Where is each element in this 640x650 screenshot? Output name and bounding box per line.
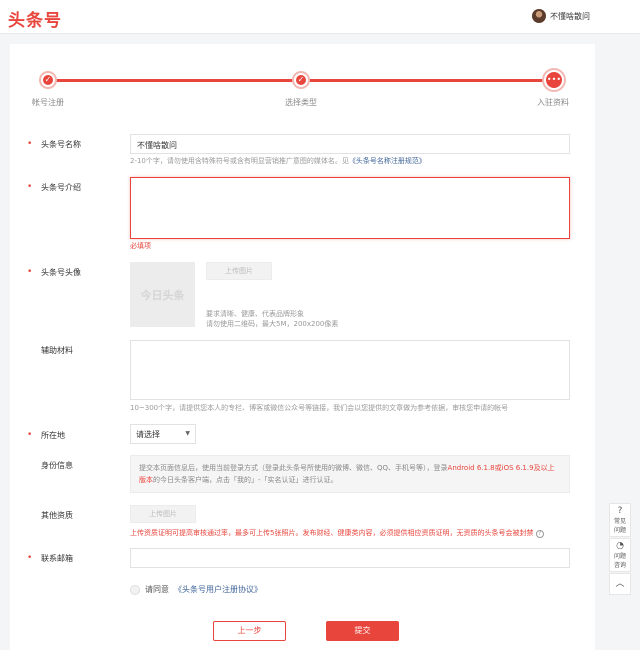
required-mark: • [27, 182, 33, 192]
avatar[interactable] [532, 9, 546, 23]
user-name[interactable]: 不懂啥散问 [550, 11, 590, 22]
email-input[interactable] [130, 548, 570, 568]
required-mark: • [27, 139, 33, 149]
name-rules-link[interactable]: 《头条号名称注册规范》 [349, 157, 426, 165]
consult-label: 问题咨询 [613, 553, 626, 569]
intro-textarea[interactable] [130, 177, 570, 239]
agreement-row: 请同意 《头条号用户注册协议》 [130, 584, 262, 595]
step-label-register: 帐号注册 [32, 98, 64, 107]
other-upload-button[interactable]: 上传图片 [130, 505, 196, 523]
registration-card: ✓ ✓ ••• 帐号注册 选择类型 入驻资料 • 头条号名称 不懂啥散问 2-1… [10, 44, 595, 650]
name-hint: 2-10个字，请勿使用含特殊符号或含有明显营销推广意图的媒体名。见《头条号名称注… [130, 156, 426, 166]
identity-text-2: 的今日头条客户端，点击「我的」-「实名认证」进行认证。 [153, 476, 338, 484]
avatar-upload-button[interactable]: 上传图片 [206, 262, 272, 280]
name-hint-text: 2-10个字，请勿使用含特殊符号或含有明显营销推广意图的媒体名。见 [130, 157, 349, 165]
identity-label: 身份信息 [41, 461, 73, 470]
submit-button[interactable]: 提交 [326, 621, 399, 641]
prev-button[interactable]: 上一步 [213, 621, 286, 641]
step-check-icon: ✓ [41, 73, 55, 87]
avatar-hint-2: 请勿使用二维码，最大5M，200x200像素 [206, 320, 339, 328]
agreement-prefix: 请同意 [145, 585, 169, 594]
name-label: • 头条号名称 [27, 139, 81, 150]
location-select[interactable]: 请选择 ▼ [130, 424, 196, 444]
user-menu[interactable]: 不懂啥散问 [532, 9, 590, 23]
name-label-text: 头条号名称 [41, 140, 81, 149]
avatar-label: • 头条号头像 [27, 267, 81, 278]
intro-error: 必填项 [130, 242, 151, 250]
required-mark: • [27, 267, 33, 277]
aux-hint: 10~300个字，请提供您本人的专栏、博客或微信公众号等链接，我们会以您提供的文… [130, 404, 509, 412]
faq-label: 常见问题 [613, 518, 626, 534]
required-mark: • [27, 430, 33, 440]
location-label-text: 所在地 [41, 431, 65, 440]
top-bar: 头条号 不懂啥散问 [0, 0, 640, 34]
step-check-icon: ✓ [294, 73, 308, 87]
consult-button[interactable]: ◔ 问题咨询 [609, 538, 631, 572]
chevron-down-icon: ▼ [185, 430, 190, 437]
faq-button[interactable]: ? 常见问题 [609, 503, 631, 537]
logo[interactable]: 头条号 [8, 6, 62, 31]
intro-label: • 头条号介绍 [27, 182, 81, 193]
email-label: • 联系邮箱 [27, 553, 73, 564]
question-icon: ? [617, 506, 623, 516]
avatar-hint-1: 要求清晰、健康、代表品牌形象 [206, 310, 304, 318]
headset-icon: ◔ [616, 541, 624, 551]
step-current-icon: ••• [544, 70, 564, 90]
agreement-link[interactable]: 《头条号用户注册协议》 [174, 584, 262, 595]
other-label: 其他资质 [41, 511, 73, 520]
step-label-profile: 入驻资料 [537, 98, 569, 107]
aux-textarea[interactable] [130, 340, 570, 400]
other-warning-text: 上传资质证明可提高审核通过率，最多可上传5张照片。发布财经、健康类内容，必须提供… [130, 529, 534, 537]
location-label: • 所在地 [27, 430, 65, 441]
avatar-placeholder-image: 今日头条 [130, 262, 195, 327]
other-warning: 上传资质证明可提高审核通过率，最多可上传5张照片。发布财经、健康类内容，必须提供… [130, 528, 544, 538]
identity-text-1: 提交本页面信息后，使用当前登录方式（登录此头条号所使用的微博、微信、QQ、手机号… [139, 464, 448, 472]
location-select-value: 请选择 [136, 430, 160, 439]
identity-info-box: 提交本页面信息后，使用当前登录方式（登录此头条号所使用的微博、微信、QQ、手机号… [130, 455, 570, 493]
avatar-placeholder-text: 今日头条 [140, 288, 185, 302]
chevron-up-icon: ︿ [615, 579, 625, 589]
required-mark: • [27, 553, 33, 563]
agreement-radio[interactable] [130, 584, 140, 595]
avatar-label-text: 头条号头像 [41, 268, 81, 277]
back-to-top-button[interactable]: ︿ [609, 573, 631, 595]
email-label-text: 联系邮箱 [41, 554, 73, 563]
aux-label: 辅助材料 [41, 346, 73, 355]
name-input[interactable]: 不懂啥散问 [130, 134, 570, 154]
step-label-type: 选择类型 [285, 98, 317, 107]
help-icon[interactable]: ? [535, 530, 544, 538]
intro-label-text: 头条号介绍 [41, 183, 81, 192]
